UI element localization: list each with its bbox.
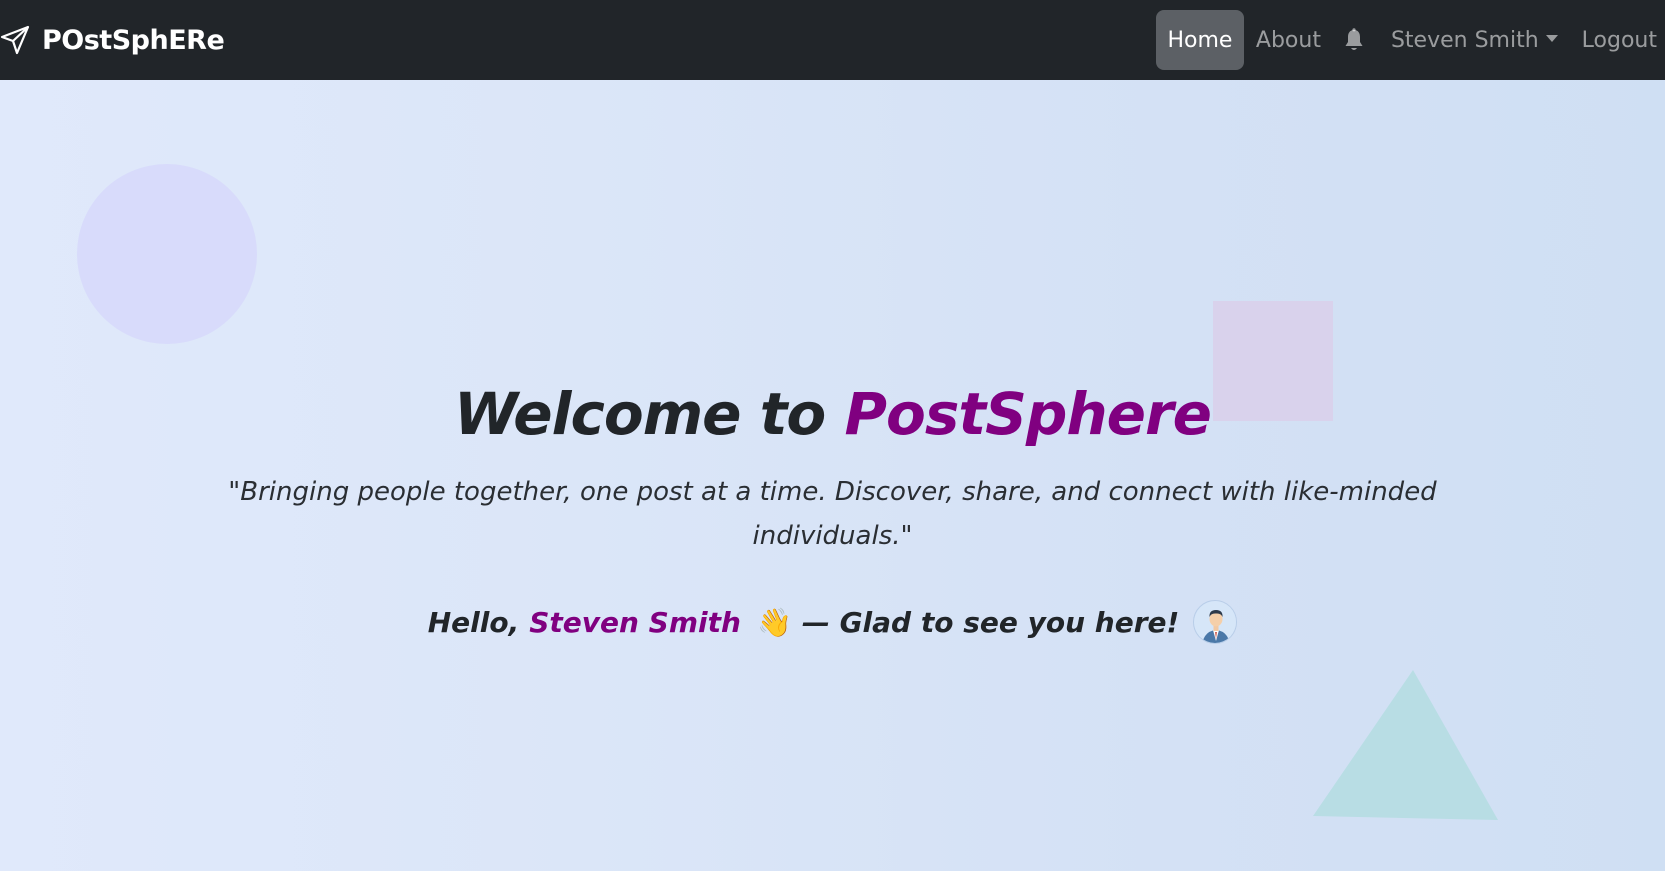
decorative-circle xyxy=(77,164,257,344)
tagline: "Bringing people together, one post at a… xyxy=(228,477,1437,551)
welcome-heading-prefix: Welcome to xyxy=(454,380,826,448)
brand-name: POstSphERe xyxy=(42,24,225,56)
greeting: Hello, Steven Smith 👋 — Glad to see you … xyxy=(0,600,1665,644)
greeting-prefix: Hello, xyxy=(427,605,520,639)
welcome-heading-brand: PostSphere xyxy=(844,380,1211,448)
greeting-username: Steven Smith xyxy=(529,605,741,639)
chevron-down-icon xyxy=(1545,34,1558,42)
hero-section: Welcome to PostSphere "Bringing people t… xyxy=(0,80,1665,871)
decorative-triangle xyxy=(1313,670,1498,820)
waving-hand-icon: 👋 xyxy=(756,605,792,639)
user-dropdown-label: Steven Smith xyxy=(1390,27,1539,53)
user-avatar-icon xyxy=(1193,600,1238,644)
bell-icon xyxy=(1343,28,1365,52)
nav-logout[interactable]: Logout xyxy=(1570,10,1665,70)
greeting-suffix: — Glad to see you here! xyxy=(801,605,1180,639)
paper-plane-icon xyxy=(0,25,30,55)
notifications-button[interactable] xyxy=(1333,10,1379,70)
navbar: POstSphERe Home About Steven Smith Logou… xyxy=(0,0,1665,80)
nav-home[interactable]: Home xyxy=(1155,10,1244,70)
brand-link[interactable]: POstSphERe xyxy=(0,0,225,80)
nav-links: Home About Steven Smith Logout xyxy=(1155,0,1665,80)
welcome-heading: Welcome to PostSphere xyxy=(0,380,1665,448)
user-dropdown[interactable]: Steven Smith xyxy=(1379,10,1570,70)
nav-about[interactable]: About xyxy=(1244,10,1333,70)
